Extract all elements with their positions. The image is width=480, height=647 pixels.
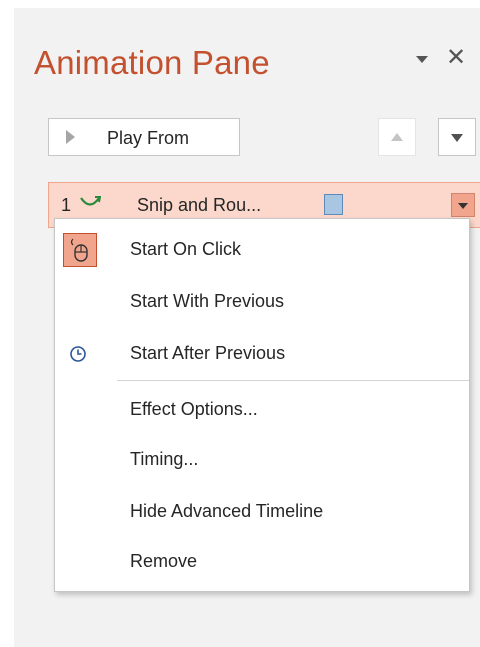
motion-path-icon [79, 195, 102, 214]
menu-item-label: Start With Previous [130, 291, 285, 311]
menu-item-start-after-previous[interactable]: Start After Previous [55, 333, 469, 375]
animation-name: Snip and Rou... [137, 195, 262, 215]
pane-options-icon[interactable] [416, 56, 428, 63]
menu-item-label: Start On Click [130, 239, 242, 259]
menu-item-hide-advanced-timeline[interactable]: Hide Advanced Timeline [55, 491, 469, 533]
pane-title: Animation Pane [34, 44, 270, 81]
timeline-bar[interactable] [324, 194, 343, 215]
menu-item-timing[interactable]: Timing... [55, 439, 469, 481]
menu-item-label: Remove [130, 551, 198, 571]
menu-item-start-on-click[interactable]: Start On Click [55, 229, 469, 271]
arrow-down-icon [451, 134, 463, 142]
menu-item-label: Hide Advanced Timeline [130, 501, 324, 521]
item-dropdown-button[interactable] [451, 193, 475, 217]
menu-item-label: Effect Options... [130, 399, 258, 419]
context-menu: Start On Click Start With Previous Start… [54, 218, 470, 592]
menu-item-remove[interactable]: Remove [55, 541, 469, 583]
menu-item-effect-options[interactable]: Effect Options... [55, 389, 469, 431]
menu-item-label: Start After Previous [130, 343, 286, 363]
animation-order-number: 1 [61, 195, 72, 215]
move-up-button[interactable] [378, 118, 416, 156]
clock-icon [69, 345, 87, 368]
close-icon[interactable]: ✕ [446, 46, 466, 70]
chevron-down-icon [458, 203, 468, 209]
menu-item-label: Timing... [130, 449, 199, 469]
move-down-button[interactable] [438, 118, 476, 156]
play-triangle-icon [66, 130, 75, 144]
play-from-label: Play From [107, 128, 190, 148]
menu-divider [117, 380, 469, 381]
play-from-button[interactable]: Play From [48, 118, 240, 156]
menu-item-start-with-previous[interactable]: Start With Previous [55, 281, 469, 323]
arrow-up-icon [391, 133, 403, 141]
mouse-icon [63, 233, 97, 267]
